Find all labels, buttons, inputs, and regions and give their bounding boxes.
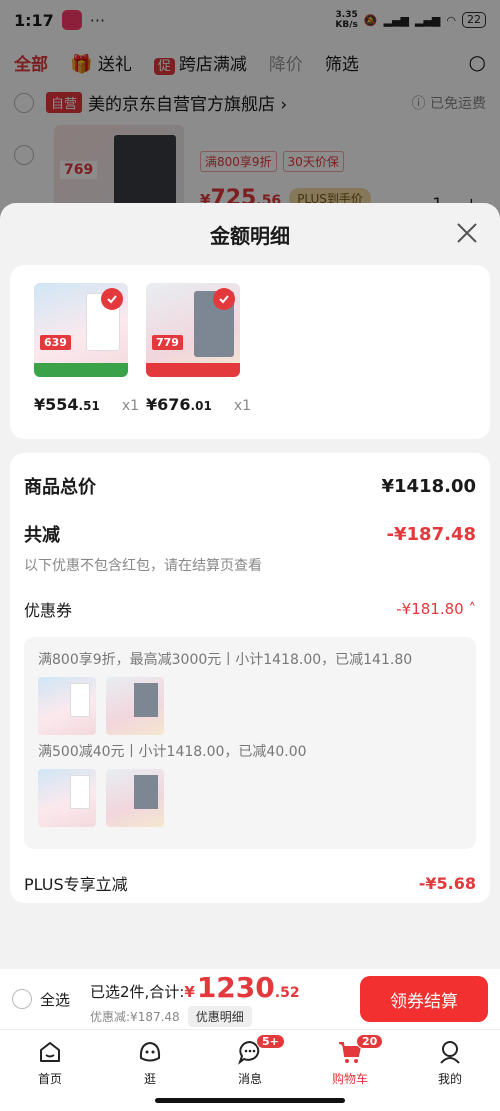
total-price-row: 商品总价 ¥1418.00 [24, 473, 476, 499]
select-all[interactable]: 全选 [12, 989, 70, 1010]
coupon-value: -¥181.80 ˄ [396, 600, 476, 618]
message-count-badge: 5+ [256, 1034, 285, 1049]
selected-items-card: 639 ¥554.51 x1 779 ¥676.01 x1 [10, 265, 490, 439]
tab-home[interactable]: 首页 [0, 1030, 100, 1111]
selected-count: 已选2件,合计: [90, 983, 185, 1001]
checkout-bar: 全选 已选2件,合计: ¥1230.52 优惠减:¥187.48 优惠明细 领券… [0, 969, 500, 1029]
selected-item[interactable]: 779 ¥676.01 x1 [146, 283, 252, 439]
item-image-price: 779 [152, 335, 183, 350]
coupon-rule: 满500减40元丨小计1418.00，已减40.00 [38, 744, 307, 760]
explore-icon [139, 1041, 161, 1062]
total-price-value: ¥1418.00 [381, 475, 476, 497]
item-image: 779 [146, 283, 240, 377]
coupon-item-thumb [38, 677, 96, 735]
bottom-tab-bar: 首页 逛 消息 5+ 购物车 20 我的 [0, 1029, 500, 1111]
item-image-price: 639 [40, 335, 71, 350]
tab-profile[interactable]: 我的 [400, 1030, 500, 1111]
select-all-radio[interactable] [12, 989, 32, 1009]
sheet-title: 金额明细 [210, 223, 290, 248]
select-all-label: 全选 [40, 990, 71, 1009]
close-icon[interactable] [454, 220, 480, 246]
coupon-label: 优惠券 [24, 601, 73, 620]
cart-totals: 已选2件,合计: ¥1230.52 优惠减:¥187.48 优惠明细 [90, 971, 300, 1027]
selected-item[interactable]: 639 ¥554.51 x1 [34, 283, 140, 439]
price-summary-card: 商品总价 ¥1418.00 共减 -¥187.48 以下优惠不包含红包，请在结算… [10, 453, 490, 903]
discount-note: 以下优惠不包含红包，请在结算页查看 [24, 558, 262, 574]
amount-detail-sheet: 金额明细 639 ¥554.51 x1 779 ¥ 676 .01 x1 商品总… [0, 203, 500, 969]
cart-count-badge: 20 [356, 1034, 384, 1049]
home-indicator[interactable] [155, 1098, 345, 1103]
total-discount-row: 共减 -¥187.48 [24, 521, 476, 547]
item-price: ¥554.51 x1 [34, 395, 140, 414]
coupon-item-thumb [106, 769, 164, 827]
checked-icon [213, 288, 235, 310]
home-icon [40, 1042, 60, 1062]
chevron-up-icon: ˄ [468, 600, 477, 618]
grand-total: 1230 [196, 971, 275, 1004]
discount-detail-button[interactable]: 优惠明细 [187, 1006, 252, 1027]
total-discount-value: -¥187.48 [386, 523, 476, 545]
checkout-button[interactable]: 领券结算 [360, 976, 488, 1022]
coupon-item-thumb [38, 769, 96, 827]
item-quantity: x1 [121, 398, 140, 414]
plus-discount-value: -¥5.68 [418, 873, 476, 893]
plus-discount-label: PLUS专享立减 [24, 875, 128, 894]
profile-icon [440, 1041, 460, 1064]
discount-total: 优惠减:¥187.48 [90, 1010, 180, 1024]
item-price: ¥676.01 x1 [146, 395, 252, 414]
coupon-detail-box: 满800享9折，最高减3000元丨小计1418.00，已减141.80 满500… [24, 637, 476, 849]
coupon-row[interactable]: 优惠券 -¥181.80 ˄ [24, 597, 476, 621]
total-discount-label: 共减 [24, 525, 60, 546]
item-image: 639 [34, 283, 128, 377]
coupon-item-thumb [106, 677, 164, 735]
total-price-label: 商品总价 [24, 477, 96, 498]
item-quantity: x1 [233, 398, 252, 414]
plus-discount-row: PLUS专享立减 -¥5.68 [24, 871, 476, 895]
coupon-rule: 满800享9折，最高减3000元丨小计1418.00，已减141.80 [38, 652, 413, 668]
checked-icon [101, 288, 123, 310]
